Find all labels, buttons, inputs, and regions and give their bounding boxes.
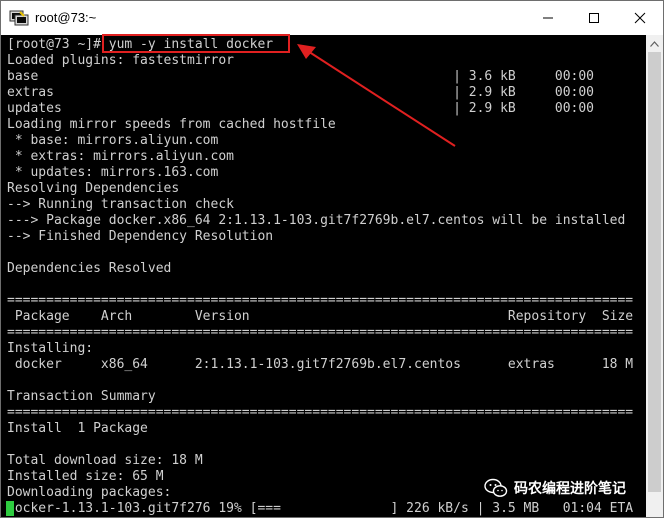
terminal-line: ========================================… (7, 405, 634, 420)
wechat-icon (484, 478, 508, 497)
terminal-line: ---> Package docker.x86_64 2:1.13.1-103.… (7, 213, 626, 228)
terminal-line: * extras: mirrors.aliyun.com (7, 149, 234, 164)
scroll-up-button[interactable] (646, 35, 663, 52)
terminal-line: Package Arch Version Repository Size (7, 309, 634, 324)
close-icon (634, 12, 646, 24)
terminal-line: extras | 2.9 kB 00:00 (7, 85, 594, 100)
maximize-button[interactable] (571, 1, 617, 35)
watermark: 码农编程进阶笔记 (484, 476, 658, 500)
terminal-line: Installed size: 65 M (7, 469, 164, 484)
putty-terminal-icon[interactable] (9, 9, 29, 27)
title-bar[interactable]: root@73:~ (1, 1, 663, 35)
terminal-line: --> Running transaction check (7, 197, 234, 212)
terminal-line: Total download size: 18 M (7, 453, 203, 468)
terminal-line: * updates: mirrors.163.com (7, 165, 219, 180)
window-title: root@73:~ (35, 10, 97, 25)
maximize-icon (589, 13, 599, 23)
terminal-line: ========================================… (7, 293, 634, 308)
terminal-line: docker-1.13.1-103.git7f276 19% [=== ] 22… (7, 501, 634, 516)
minimize-button[interactable] (525, 1, 571, 35)
terminal-line: Downloading packages: (7, 485, 172, 500)
watermark-text: 码农编程进阶笔记 (514, 481, 626, 497)
terminal-line: Loaded plugins: fastestmirror (7, 53, 234, 68)
terminal-line: Dependencies Resolved (7, 261, 172, 276)
terminal-line: Install 1 Package (7, 421, 148, 436)
chevron-up-icon (650, 40, 659, 47)
terminal-line: * base: mirrors.aliyun.com (7, 133, 219, 148)
terminal-line: Resolving Dependencies (7, 181, 180, 196)
terminal-line: Installing: (7, 341, 94, 356)
terminal-line: base | 3.6 kB 00:00 (7, 69, 594, 84)
terminal-line: Transaction Summary (7, 389, 156, 404)
terminal-cursor (6, 501, 14, 516)
terminal-line: updates | 2.9 kB 00:00 (7, 101, 594, 116)
terminal-line: --> Finished Dependency Resolution (7, 229, 274, 244)
terminal-line: docker x86_64 2:1.13.1-103.git7f2769b.el… (7, 357, 634, 372)
terminal-line: Loading mirror speeds from cached hostfi… (7, 117, 336, 132)
terminal-window: root@73:~ [root@73 ~]# yum -y install do… (0, 0, 664, 518)
terminal-line: ========================================… (7, 325, 634, 340)
command-highlight-box (102, 34, 290, 53)
minimize-icon (543, 17, 553, 19)
close-button[interactable] (617, 1, 663, 35)
vertical-scrollbar[interactable] (646, 35, 663, 517)
scroll-thumb[interactable] (648, 52, 661, 492)
terminal-output[interactable]: [root@73 ~]# yum -y install docker Loaded… (2, 35, 646, 517)
